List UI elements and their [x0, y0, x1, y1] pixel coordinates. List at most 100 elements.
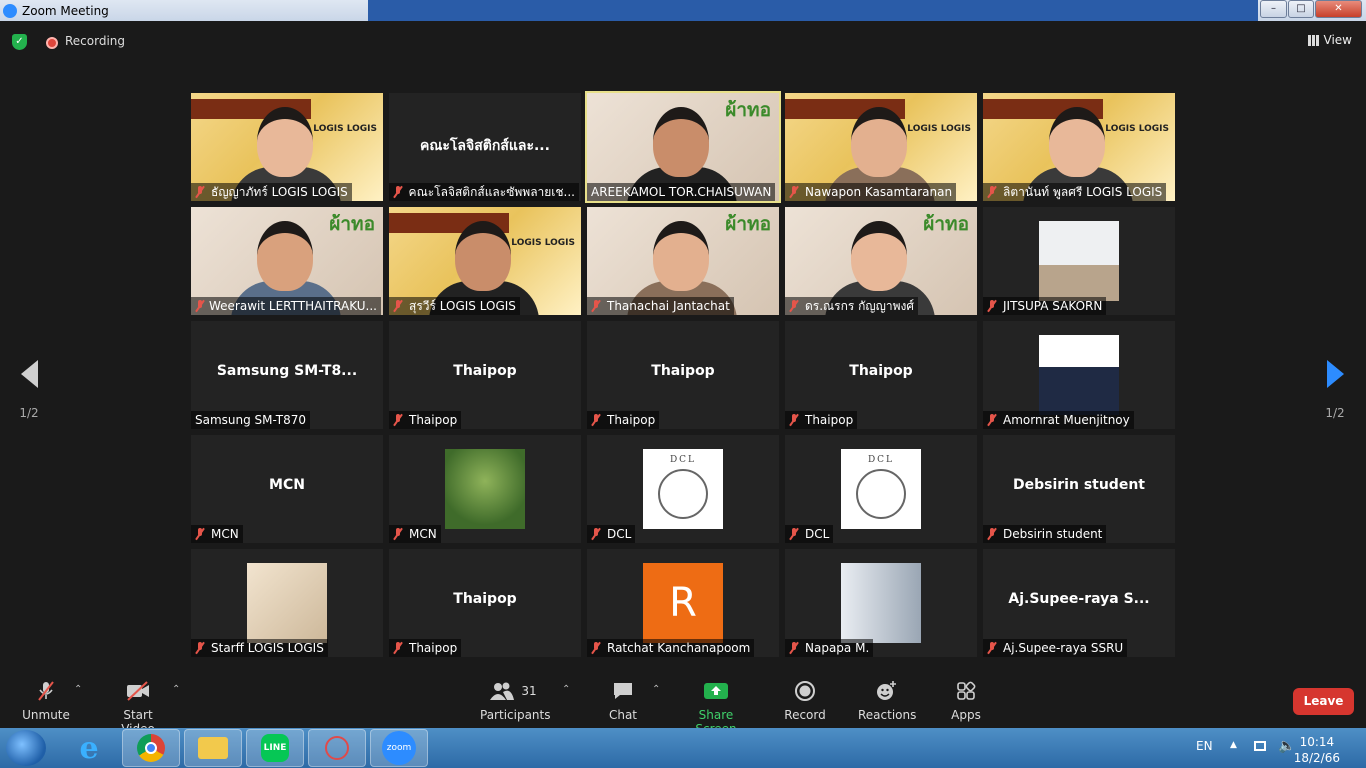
dcl-logo: DCL — [643, 449, 723, 529]
snipping-tool-taskbar-button[interactable] — [308, 729, 366, 767]
participant-grid: ทีม LOGIS LOGIS ธัญญาภัทร์ LOGIS LOGIS คณะ… — [191, 91, 1176, 657]
person-face — [455, 221, 511, 291]
participant-tile[interactable]: Amornrat Muenjitnoy — [983, 321, 1175, 429]
participant-tile[interactable]: Thaipop Thaipop — [389, 321, 581, 429]
windows-start-button[interactable] — [6, 730, 46, 766]
video-options-caret-icon[interactable]: ⌃ — [172, 684, 180, 695]
participant-tile[interactable]: Thaipop Thaipop — [389, 549, 581, 657]
participant-tile[interactable]: Napapa M. — [785, 549, 977, 657]
participant-tile[interactable]: R Ratchat Kanchanapoom — [587, 549, 779, 657]
internet-explorer-taskbar-button[interactable]: e — [60, 729, 118, 767]
participant-name-label: MCN — [191, 525, 243, 543]
recording-label[interactable]: Recording — [65, 34, 125, 48]
dcl-logo: DCL — [841, 449, 921, 529]
record-button[interactable]: Record — [784, 680, 826, 722]
line-taskbar-button[interactable]: LINE — [246, 729, 304, 767]
participant-name-label: Ratchat Kanchanapoom — [587, 639, 755, 657]
participant-tile[interactable]: JITSUPA SAKORN — [983, 207, 1175, 315]
chat-options-caret-icon[interactable]: ⌃ — [652, 684, 660, 695]
participant-tile[interactable]: DCL DCL — [785, 435, 977, 543]
language-indicator[interactable]: EN — [1196, 739, 1213, 753]
chrome-taskbar-button[interactable] — [122, 729, 180, 767]
participant-name-label: Amornrat Muenjitnoy — [983, 411, 1134, 429]
view-button[interactable]: View — [1307, 33, 1352, 47]
participant-tile[interactable]: Thaipop Thaipop — [587, 321, 779, 429]
maximize-button[interactable]: □ — [1288, 0, 1314, 18]
participant-name-label: Thaipop — [785, 411, 858, 429]
muted-mic-icon — [987, 528, 997, 540]
participant-tile[interactable]: ทีม LOGIS LOGIS ธัญญาภัทร์ LOGIS LOGIS — [191, 93, 383, 201]
participant-name: DCL — [805, 527, 830, 541]
chat-label: Chat — [608, 708, 638, 722]
participant-name: DCL — [607, 527, 632, 541]
participant-tile[interactable]: Samsung SM-T8... Samsung SM-T870 — [191, 321, 383, 429]
background-desktop-strip — [368, 0, 1258, 21]
participant-display-name: Thaipop — [453, 591, 517, 607]
close-button[interactable]: ✕ — [1315, 0, 1362, 18]
next-page-button[interactable]: 1/2 — [1315, 360, 1355, 420]
tray-expand-icon[interactable]: ▲ — [1230, 740, 1237, 750]
participant-tile[interactable]: Thaipop Thaipop — [785, 321, 977, 429]
reactions-button[interactable]: Reactions — [858, 680, 916, 722]
muted-mic-icon — [987, 186, 997, 198]
participant-tile[interactable]: MCN MCN — [191, 435, 383, 543]
participant-tile[interactable]: Debsirin student Debsirin student — [983, 435, 1175, 543]
zoom-app-icon — [3, 3, 17, 18]
muted-mic-icon — [195, 642, 205, 654]
participant-name-label: Nawapon Kasamtaranan — [785, 183, 957, 201]
muted-mic-icon — [789, 528, 799, 540]
muted-mic-icon — [789, 642, 799, 654]
participant-tile[interactable]: ทีม LOGIS LOGIS Nawapon Kasamtaranan — [785, 93, 977, 201]
participant-tile[interactable]: ผ้าทอ Thanachai Jantachat — [587, 207, 779, 315]
person-face — [851, 221, 907, 291]
unmute-button[interactable]: Unmute — [22, 680, 70, 722]
participant-name: Weerawit LERTTHAITRAKU... — [209, 299, 377, 313]
muted-mic-icon — [987, 300, 997, 312]
person-face — [1049, 107, 1105, 177]
participant-tile[interactable]: Aj.Supee-raya S... Aj.Supee-raya SSRU — [983, 549, 1175, 657]
participant-tile[interactable]: ทีม LOGIS LOGIS ลิตานันท์ พูลศรี LOGIS LO… — [983, 93, 1175, 201]
chevron-left-icon — [20, 360, 38, 388]
apps-label: Apps — [951, 708, 981, 722]
grid-view-icon — [1307, 34, 1319, 46]
minimize-button[interactable]: – — [1260, 0, 1287, 18]
video-off-icon — [106, 680, 170, 702]
network-icon[interactable] — [1254, 741, 1266, 751]
participant-name-label: Thaipop — [389, 639, 462, 657]
chat-button[interactable]: Chat — [604, 680, 642, 722]
participant-tile[interactable]: MCN — [389, 435, 581, 543]
participant-display-name: Thaipop — [849, 363, 913, 379]
participant-display-name: MCN — [269, 477, 305, 493]
muted-mic-icon — [393, 528, 403, 540]
apps-button[interactable]: Apps — [948, 680, 984, 722]
dcl-logo-emblem-icon — [856, 469, 906, 519]
participant-tile[interactable]: ทีม LOGIS LOGIS สุรวีร์ LOGIS LOGIS — [389, 207, 581, 315]
participant-name: Napapa M. — [805, 641, 870, 655]
zoom-taskbar-button[interactable]: zoom — [370, 729, 428, 767]
participant-name: Amornrat Muenjitnoy — [1003, 413, 1130, 427]
participant-name: MCN — [409, 527, 437, 541]
participant-name: Aj.Supee-raya SSRU — [1003, 641, 1124, 655]
participant-tile[interactable]: DCL DCL — [587, 435, 779, 543]
clock[interactable]: 10:14 18/2/66 — [1294, 734, 1340, 766]
participant-name-label: MCN — [389, 525, 441, 543]
view-label: View — [1323, 33, 1352, 47]
participants-options-caret-icon[interactable]: ⌃ — [562, 684, 570, 695]
audio-options-caret-icon[interactable]: ⌃ — [74, 684, 82, 695]
participant-name-label: Starff LOGIS LOGIS — [191, 639, 328, 657]
participants-button[interactable]: 31 Participants — [480, 680, 551, 722]
file-explorer-taskbar-button[interactable] — [184, 729, 242, 767]
previous-page-button[interactable]: 1/2 — [9, 360, 49, 420]
record-icon — [784, 680, 826, 702]
meeting-toolbar: Unmute ⌃ Start Video ⌃ 31 Participants ⌃… — [0, 672, 1366, 736]
participant-tile[interactable]: ผ้าทอ Weerawit LERTTHAITRAKU... — [191, 207, 383, 315]
participant-tile[interactable]: คณะโลจิสติกส์และ... คณะโลจิสติกส์และซัพพล… — [389, 93, 581, 201]
windows-taskbar: e LINE zoom EN ▲ 🔈 10:14 18/2/66 — [0, 728, 1366, 768]
participant-tile[interactable]: Starff LOGIS LOGIS — [191, 549, 383, 657]
security-shield-icon[interactable]: ✓ — [12, 34, 27, 50]
zoom-app-taskbar-icon: zoom — [382, 731, 416, 765]
participant-tile[interactable]: ผ้าทอ ดร.ณรกร กัญญาพงศ์ — [785, 207, 977, 315]
participant-tile[interactable]: ผ้าทอ AREEKAMOL TOR.CHAISUWAN — [585, 91, 781, 203]
muted-mic-icon — [789, 186, 799, 198]
leave-button[interactable]: Leave — [1293, 688, 1354, 715]
